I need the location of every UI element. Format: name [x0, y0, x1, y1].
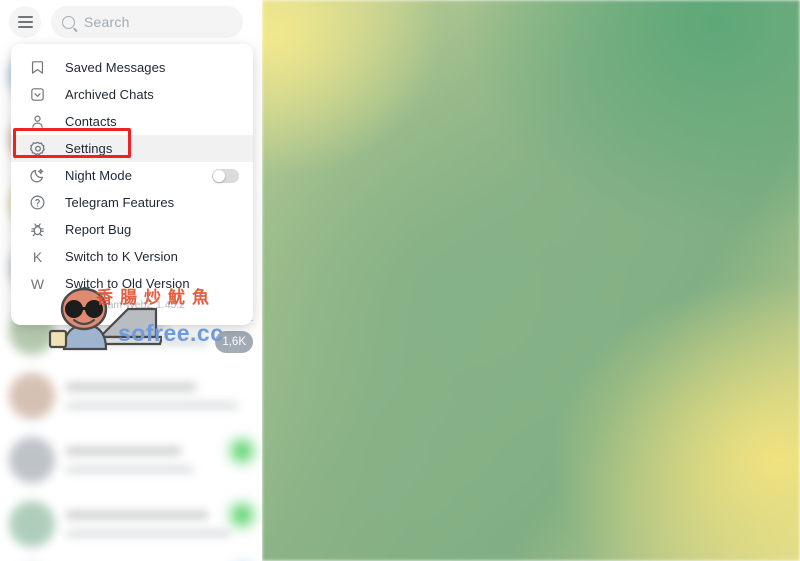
bookmark-icon: [28, 58, 47, 77]
menu-item-switch-old[interactable]: W Switch to Old Version: [11, 270, 253, 297]
hamburger-icon[interactable]: [9, 6, 41, 38]
archive-box-icon: [28, 85, 47, 104]
menu-item-label: Report Bug: [65, 222, 132, 237]
unread-badge: [231, 440, 253, 462]
question-circle-icon: [28, 193, 47, 212]
chat-item-meta: [207, 440, 253, 462]
chat-item-meta: [207, 504, 253, 526]
search-icon: [62, 15, 75, 29]
chat-item-text: [65, 382, 254, 410]
menu-item-telegram-features[interactable]: Telegram Features: [11, 189, 253, 216]
menu-item-switch-k[interactable]: K Switch to K Version: [11, 243, 253, 270]
gear-icon: [28, 139, 47, 158]
avatar: [9, 437, 55, 483]
main-menu-dropdown[interactable]: Saved Messages Archived Chats Contacts Sett…: [11, 44, 253, 325]
chat-list-item[interactable]: [0, 492, 262, 556]
main-menu-item-list: Saved Messages Archived Chats Contacts Sett…: [11, 54, 253, 297]
menu-item-saved-messages[interactable]: Saved Messages: [11, 54, 253, 81]
chat-list-item[interactable]: [0, 556, 262, 561]
telegram-web-window: 9:18749:18119:179:131469:111,6K Search S…: [0, 0, 800, 561]
hamburger-line: [17, 26, 33, 28]
menu-item-label: Switch to K Version: [65, 249, 178, 264]
menu-item-label: Night Mode: [65, 168, 132, 183]
avatar: [9, 501, 55, 547]
menu-item-settings[interactable]: Settings: [11, 135, 253, 162]
bug-icon: [28, 220, 47, 239]
chat-list-header: Search: [0, 0, 262, 44]
menu-item-report-bug[interactable]: Report Bug: [11, 216, 253, 243]
menu-item-archived-chats[interactable]: Archived Chats: [11, 81, 253, 108]
avatar: [9, 373, 55, 419]
menu-item-label: Telegram Features: [65, 195, 175, 210]
menu-item-label: Saved Messages: [65, 60, 166, 75]
unread-badge: [231, 504, 253, 526]
chat-list-item[interactable]: [0, 364, 262, 428]
menu-item-label: Archived Chats: [65, 87, 154, 102]
unread-badge: 1,6K: [215, 331, 253, 353]
menu-item-contacts[interactable]: Contacts: [11, 108, 253, 135]
letter-k-icon: K: [32, 248, 43, 265]
chat-list-item[interactable]: [0, 428, 262, 492]
menu-item-label: Contacts: [65, 114, 117, 129]
moon-icon: [28, 166, 47, 185]
hamburger-line: [17, 21, 33, 23]
app-version-label: Telegram WebZ 1.45.2: [78, 299, 186, 311]
person-icon: [28, 112, 47, 131]
hamburger-line: [17, 16, 33, 18]
search-placeholder: Search: [84, 14, 130, 30]
toggle-knob: [213, 169, 225, 182]
menu-item-label: Settings: [65, 141, 113, 156]
menu-item-label: Switch to Old Version: [65, 276, 190, 291]
chat-wallpaper-panel: [262, 0, 800, 561]
night-mode-toggle[interactable]: [212, 168, 239, 183]
menu-item-night-mode[interactable]: Night Mode: [11, 162, 253, 189]
search-input[interactable]: Search: [51, 6, 243, 38]
letter-w-icon: W: [30, 275, 45, 292]
